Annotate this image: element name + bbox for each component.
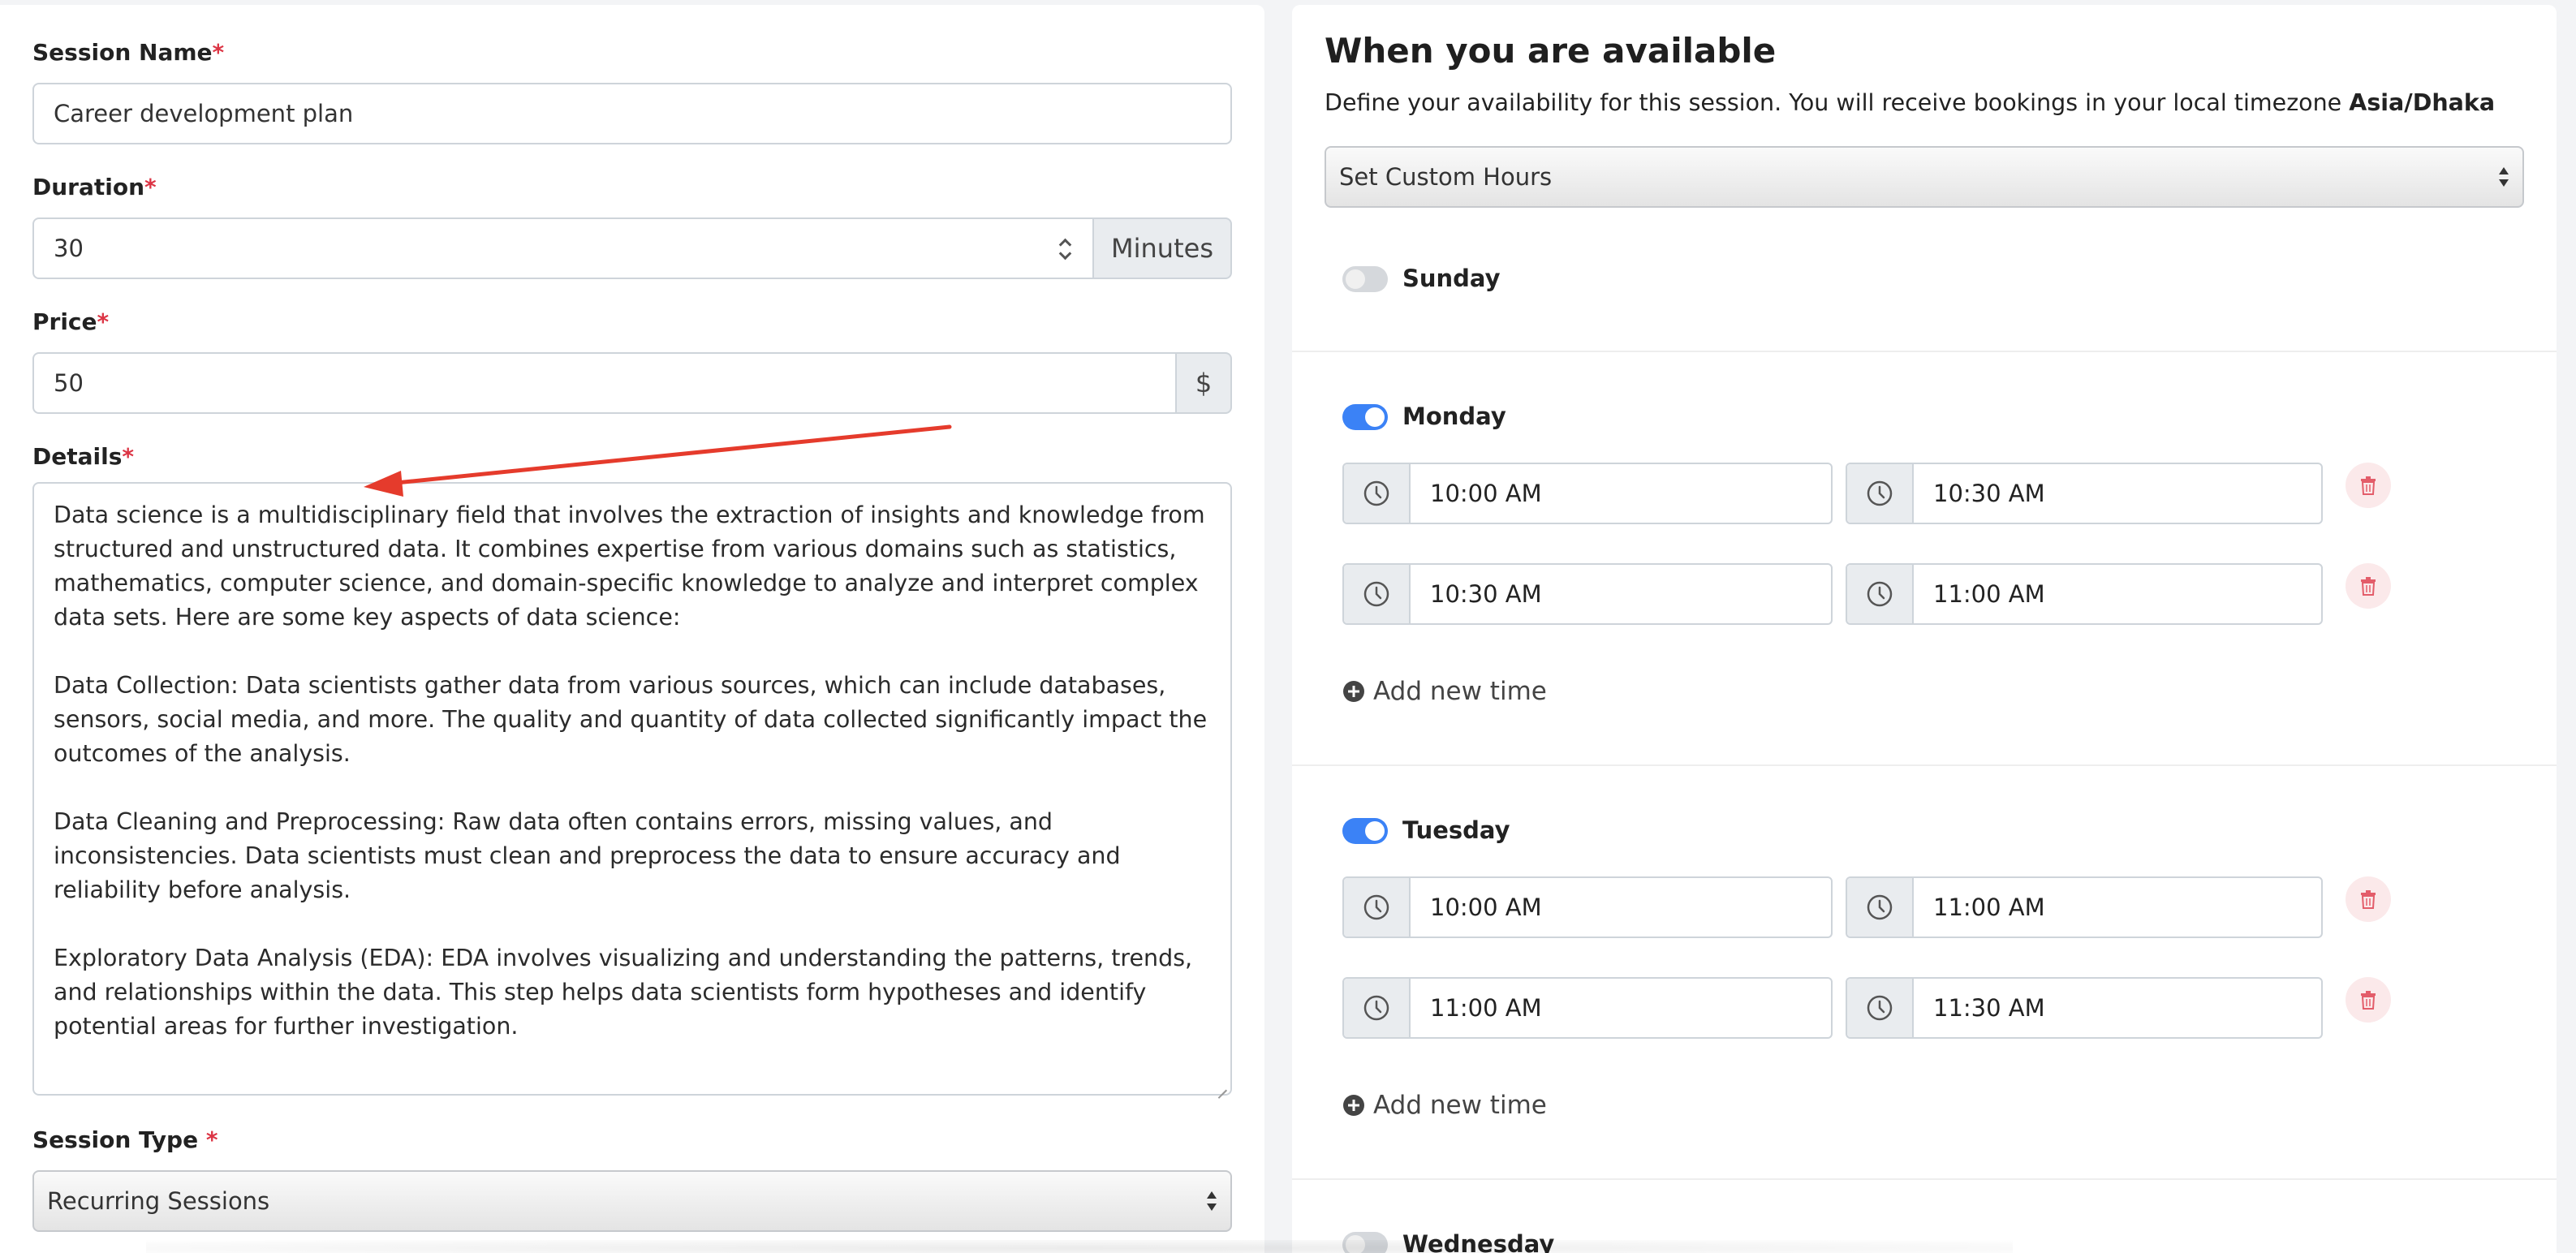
duration-unit-addon: Minutes — [1092, 217, 1232, 279]
session-name-value: Career development plan — [54, 100, 354, 127]
clock-icon — [1344, 878, 1411, 937]
trash-icon — [2361, 991, 2376, 1010]
delete-slot-button[interactable] — [2346, 463, 2391, 508]
time-value: 11:30 AM — [1933, 994, 2045, 1022]
day-divider — [1292, 764, 2557, 766]
availability-description: Define your availability for this sessio… — [1325, 89, 2496, 116]
time-value: 10:30 AM — [1430, 580, 1542, 608]
currency-symbol: $ — [1195, 368, 1213, 398]
price-currency-addon: $ — [1175, 352, 1232, 414]
details-textarea[interactable]: Data science is a multidisciplinary fiel… — [32, 482, 1232, 1096]
time-value: 10:00 AM — [1430, 480, 1542, 507]
tuesday-slot1-end[interactable]: 11:00 AM — [1846, 876, 2323, 938]
hours-select[interactable]: Set Custom Hours — [1325, 146, 2524, 208]
monday-slot2-end[interactable]: 11:00 AM — [1846, 563, 2323, 625]
price-input[interactable]: 50 — [32, 352, 1177, 414]
day-label-tuesday: Tuesday — [1402, 816, 1510, 844]
sunday-toggle[interactable] — [1342, 266, 1388, 292]
session-name-label: Session Name* — [32, 39, 225, 66]
time-value: 10:00 AM — [1430, 893, 1542, 921]
trash-icon — [2361, 577, 2376, 596]
timezone-value: Asia/Dhaka — [2349, 89, 2496, 116]
plus-circle-icon — [1343, 681, 1364, 702]
details-text: Data science is a multidisciplinary fiel… — [54, 502, 1208, 1040]
day-divider — [1292, 351, 2557, 352]
clock-icon — [1847, 979, 1914, 1037]
add-new-time-monday[interactable]: Add new time — [1342, 677, 1547, 706]
number-spinner-icon[interactable] — [1058, 235, 1073, 263]
monday-slot2-start[interactable]: 10:30 AM — [1342, 563, 1833, 625]
tuesday-slot2-start[interactable]: 11:00 AM — [1342, 977, 1833, 1039]
resize-handle-icon[interactable] — [1216, 1079, 1229, 1092]
clock-icon — [1847, 464, 1914, 523]
session-name-input[interactable]: Career development plan — [32, 83, 1232, 144]
select-arrows-icon — [1206, 1190, 1217, 1212]
monday-slot1-end[interactable]: 10:30 AM — [1846, 463, 2323, 524]
tuesday-slot1-start[interactable]: 10:00 AM — [1342, 876, 1833, 938]
duration-input[interactable]: 30 — [32, 217, 1094, 279]
duration-unit-label: Minutes — [1111, 233, 1213, 264]
details-label: Details* — [32, 443, 135, 470]
clock-icon — [1847, 565, 1914, 623]
day-divider — [1292, 1178, 2557, 1180]
delete-slot-button[interactable] — [2346, 563, 2391, 609]
session-type-value: Recurring Sessions — [47, 1187, 270, 1215]
tuesday-slot2-end[interactable]: 11:30 AM — [1846, 977, 2323, 1039]
plus-circle-icon — [1343, 1095, 1364, 1116]
day-label-monday: Monday — [1402, 403, 1506, 430]
time-value: 10:30 AM — [1933, 480, 2045, 507]
add-time-label: Add new time — [1373, 1091, 1547, 1120]
duration-label: Duration* — [32, 174, 157, 200]
tuesday-toggle[interactable] — [1342, 818, 1388, 844]
monday-slot1-start[interactable]: 10:00 AM — [1342, 463, 1833, 524]
day-label-sunday: Sunday — [1402, 265, 1501, 292]
clock-icon — [1847, 878, 1914, 937]
duration-value: 30 — [54, 235, 84, 262]
add-time-label: Add new time — [1373, 677, 1547, 706]
delete-slot-button[interactable] — [2346, 977, 2391, 1023]
delete-slot-button[interactable] — [2346, 876, 2391, 922]
add-new-time-tuesday[interactable]: Add new time — [1342, 1091, 1547, 1120]
availability-title: When you are available — [1325, 31, 1777, 71]
trash-icon — [2361, 890, 2376, 909]
clock-icon — [1344, 464, 1411, 523]
time-value: 11:00 AM — [1933, 893, 2045, 921]
clock-icon — [1344, 979, 1411, 1037]
monday-toggle[interactable] — [1342, 404, 1388, 430]
clock-icon — [1344, 565, 1411, 623]
time-value: 11:00 AM — [1430, 994, 1542, 1022]
session-type-label: Session Type * — [32, 1126, 218, 1153]
scroll-shadow — [146, 1240, 2013, 1253]
select-arrows-icon — [2498, 166, 2509, 188]
price-label: Price* — [32, 308, 110, 335]
price-value: 50 — [54, 369, 84, 397]
trash-icon — [2361, 476, 2376, 495]
hours-select-value: Set Custom Hours — [1339, 163, 1553, 191]
session-type-select[interactable]: Recurring Sessions — [32, 1170, 1232, 1232]
time-value: 11:00 AM — [1933, 580, 2045, 608]
